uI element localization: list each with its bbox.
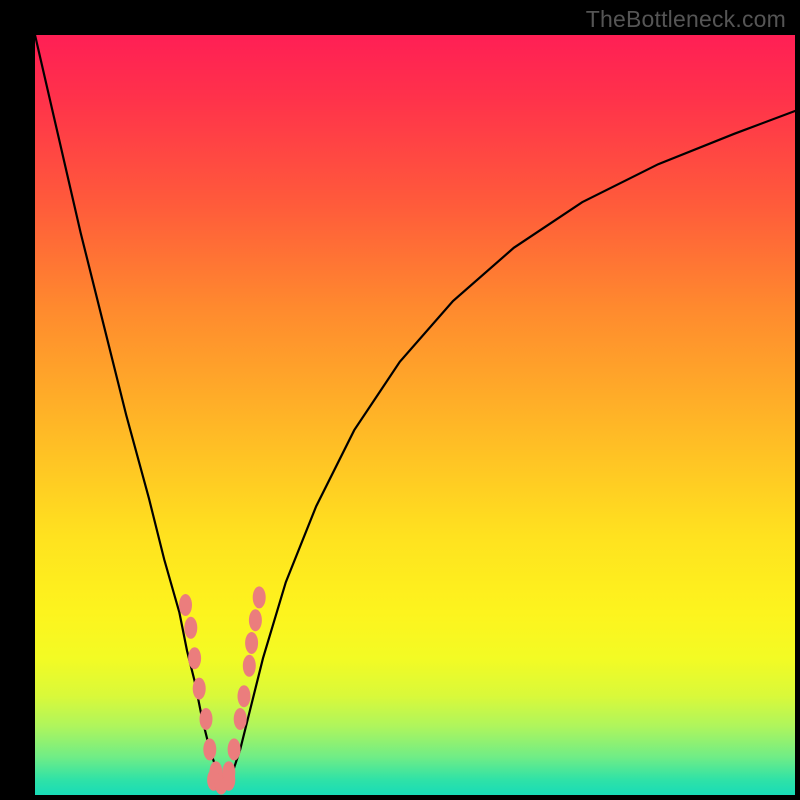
chart-frame: TheBottleneck.com (0, 0, 800, 800)
bead-marker (200, 708, 213, 730)
beads-group (179, 586, 266, 794)
bead-marker (228, 738, 241, 760)
bead-marker (203, 738, 216, 760)
bead-marker (249, 609, 262, 631)
bead-marker (253, 586, 266, 608)
bead-marker (238, 685, 251, 707)
bead-marker (193, 678, 206, 700)
bead-marker (243, 655, 256, 677)
bead-marker (245, 632, 258, 654)
bead-marker (179, 594, 192, 616)
watermark-text: TheBottleneck.com (586, 6, 786, 33)
bottleneck-curve (35, 35, 795, 780)
bead-marker (222, 761, 235, 783)
bead-marker (234, 708, 247, 730)
curve-layer (35, 35, 795, 795)
plot-area (35, 35, 795, 795)
bead-marker (184, 617, 197, 639)
bead-marker (188, 647, 201, 669)
